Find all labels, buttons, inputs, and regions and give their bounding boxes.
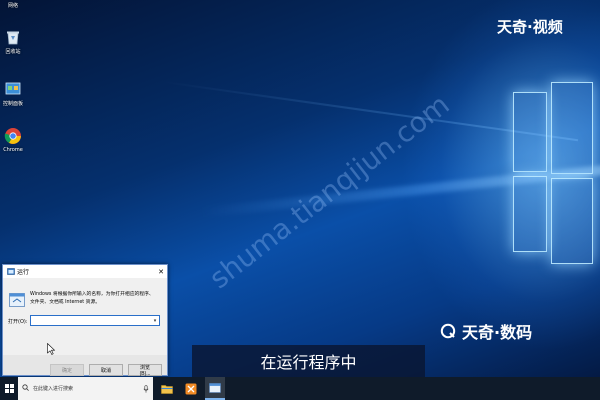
chevron-down-icon[interactable]: ▾ — [151, 316, 159, 325]
chrome-icon — [4, 127, 22, 145]
desktop-icon-label: Chrome — [3, 147, 23, 153]
search-placeholder: 在此键入进行搜索 — [33, 386, 74, 392]
windows-start-icon — [4, 384, 14, 393]
browse-button[interactable]: 浏览(B)... — [128, 364, 162, 377]
desktop-icon-label: 回收站 — [5, 49, 21, 55]
brand-bottom-text: 天奇·数码 — [462, 323, 533, 342]
search-icon — [22, 384, 29, 393]
brand-logo-top: 天奇·视频 — [497, 18, 563, 36]
recycle-bin-icon — [4, 28, 22, 46]
start-button[interactable] — [0, 377, 18, 400]
run-app-icon[interactable] — [205, 377, 225, 400]
desktop-icon-control-panel[interactable]: 控制面板 — [0, 80, 26, 107]
app-orange-icon[interactable] — [181, 377, 201, 400]
brand-logo-bottom: 天奇·数码 — [440, 319, 532, 343]
control-panel-icon — [4, 80, 22, 98]
taskbar-search-box[interactable]: 在此键入进行搜索 — [18, 377, 153, 400]
run-app-icon — [7, 268, 15, 275]
mouse-cursor-icon — [47, 340, 56, 355]
video-subtitle: 在运行程序中 — [192, 345, 425, 377]
run-dialog-description: Windows 将根据你所输入的名称，为你打开相应的程序、文件夹、文档或 Int… — [30, 292, 154, 305]
desktop-icon-label: 网络 — [7, 3, 18, 9]
run-dialog-title: 运行 — [17, 269, 30, 276]
taskbar: 在此键入进行搜索 — [0, 377, 600, 400]
brand-mark-icon — [440, 323, 456, 339]
run-dialog: 运行 ✕ Windows 将根据你所输入的名称，为你打开相应的程序、文件夹、文档… — [2, 264, 168, 377]
desktop-icon-chrome[interactable]: Chrome — [0, 127, 26, 153]
close-icon[interactable]: ✕ — [155, 266, 167, 278]
file-explorer-icon[interactable] — [157, 377, 177, 400]
cancel-button[interactable]: 取消 — [89, 364, 123, 376]
windows-logo-light — [505, 68, 595, 318]
run-dialog-body: Windows 将根据你所输入的名称，为你打开相应的程序、文件夹、文档或 Int… — [3, 278, 167, 377]
open-input[interactable] — [30, 315, 160, 326]
desktop-icon-recycle-bin[interactable]: 回收站 — [0, 28, 26, 55]
desktop-icon-label: 控制面板 — [2, 101, 23, 107]
open-label: 打开(O): — [8, 319, 28, 325]
desktop-icon-network[interactable]: 网络 — [0, 0, 26, 9]
ok-button[interactable]: 确定 — [50, 364, 84, 376]
microphone-icon[interactable] — [143, 384, 149, 393]
run-program-icon — [9, 292, 25, 307]
run-dialog-titlebar[interactable]: 运行 ✕ — [3, 265, 167, 278]
